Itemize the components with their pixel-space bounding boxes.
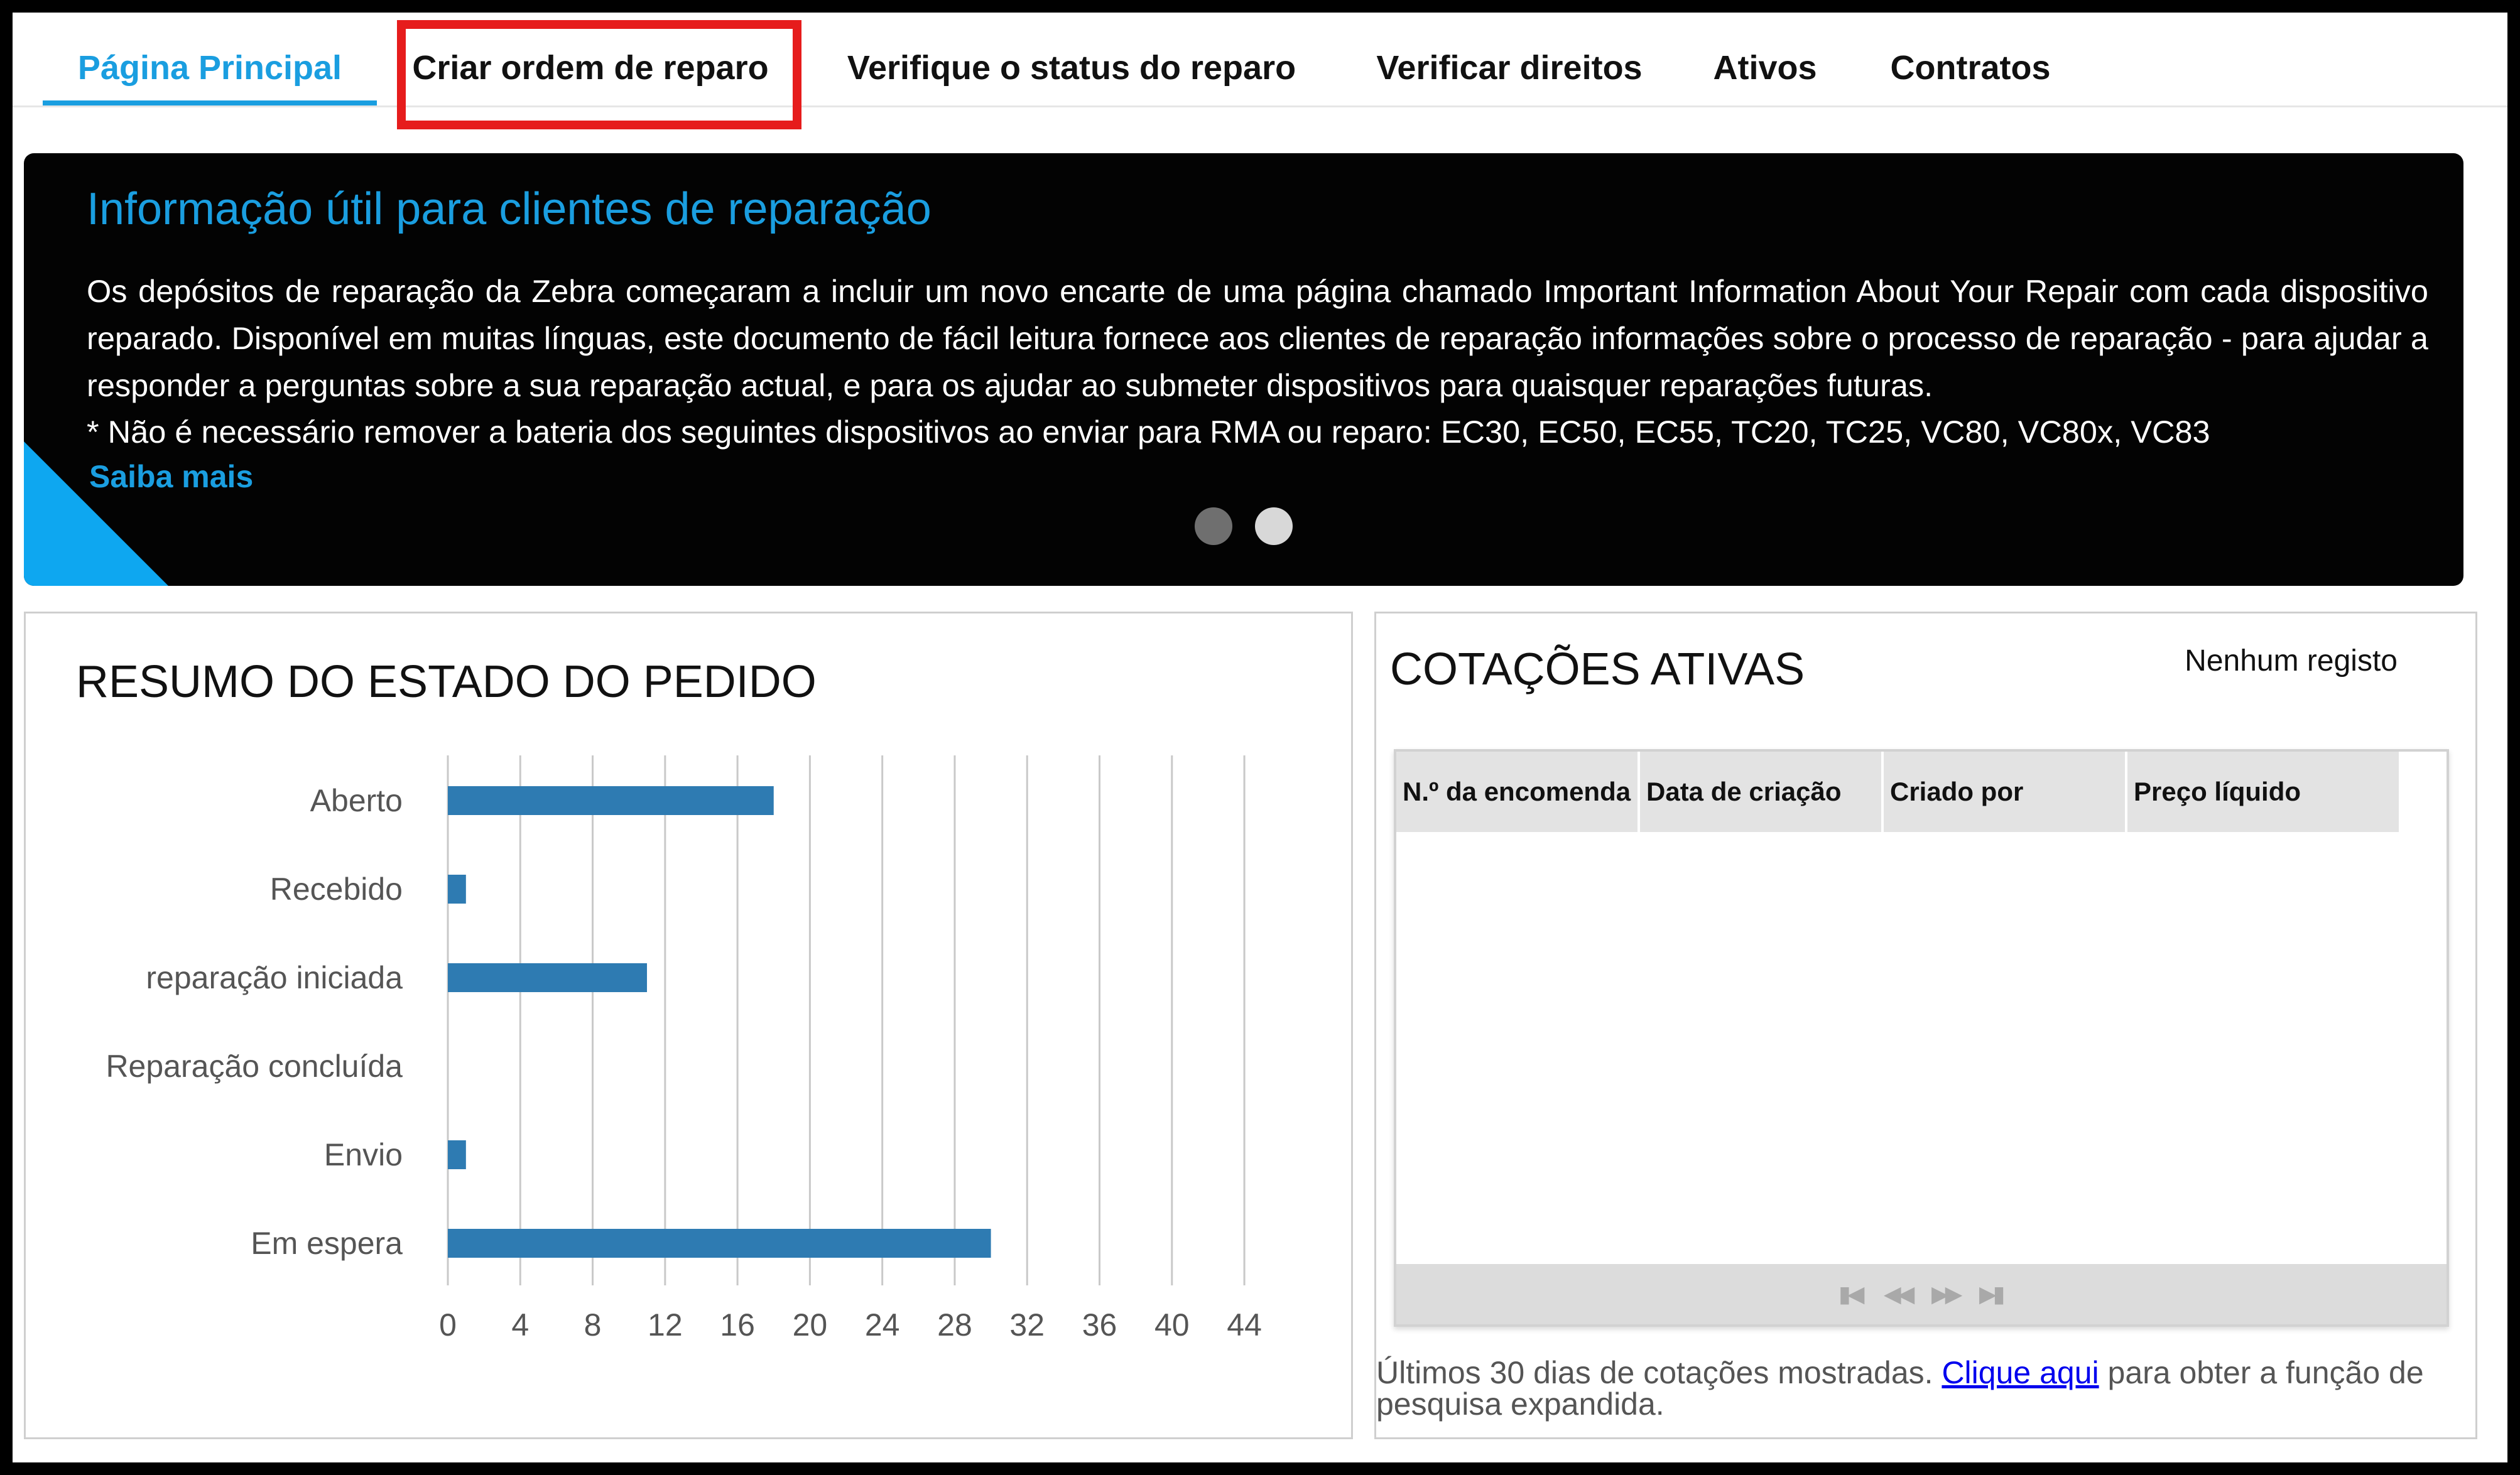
banner-title: Informação útil para clientes de reparaç… bbox=[87, 184, 931, 234]
x-tick-label: 16 bbox=[720, 1307, 755, 1343]
carousel-dot-2[interactable] bbox=[1255, 507, 1293, 545]
col-net-price[interactable]: Preço líquido bbox=[2127, 752, 2401, 832]
category-label: reparação iniciada bbox=[146, 960, 403, 995]
x-tick-label: 4 bbox=[511, 1307, 529, 1343]
col-created-by[interactable]: Criado por bbox=[1884, 752, 2127, 832]
category-label: Aberto bbox=[310, 783, 403, 818]
expanded-search-link[interactable]: Clique aqui bbox=[1942, 1355, 2099, 1390]
footer-text-prefix: Últimos 30 dias de cotações mostradas. bbox=[1376, 1355, 1933, 1390]
tab-criar-ordem-de-reparo[interactable]: Criar ordem de reparo bbox=[408, 30, 773, 105]
col-order-number[interactable]: N.º da encomenda bbox=[1396, 752, 1640, 832]
x-tick-label: 12 bbox=[648, 1307, 683, 1343]
category-label: Recebido bbox=[270, 872, 403, 907]
bar[interactable] bbox=[448, 963, 648, 992]
x-tick-label: 32 bbox=[1009, 1307, 1045, 1343]
tab-ativos[interactable]: Ativos bbox=[1702, 30, 1828, 105]
bar[interactable] bbox=[448, 875, 466, 904]
main-nav: Página Principal Criar ordem de reparo V… bbox=[13, 13, 2507, 129]
category-label: Reparação concluída bbox=[106, 1049, 403, 1084]
first-page-icon[interactable]: ▮◀ bbox=[1838, 1283, 1864, 1305]
tab-verifique-status[interactable]: Verifique o status do reparo bbox=[839, 30, 1304, 105]
x-tick-label: 36 bbox=[1082, 1307, 1117, 1343]
last-page-icon[interactable]: ▶▮ bbox=[1979, 1283, 2005, 1305]
quotes-footer: Últimos 30 dias de cotações mostradas. C… bbox=[1376, 1357, 2457, 1420]
status-bar-chart: 0 4 8 12 16 20 24 28 32 36 40 44 Aberto Recebido repar… bbox=[106, 755, 1262, 1343]
category-label: Envio bbox=[324, 1137, 403, 1172]
order-status-summary-panel: RESUMO DO ESTADO DO PEDIDO 0 4 8 12 16 20 24 28… bbox=[24, 612, 1353, 1439]
quotes-grid: N.º da encomenda Data de criação Criado … bbox=[1394, 749, 2449, 1327]
banner-note: * Não é necessário remover a bateria dos… bbox=[87, 414, 2210, 450]
quotes-title: COTAÇÕES ATIVAS bbox=[1390, 644, 1805, 694]
x-tick-label: 40 bbox=[1154, 1307, 1190, 1343]
x-tick-label: 28 bbox=[937, 1307, 972, 1343]
bar[interactable] bbox=[448, 1229, 991, 1258]
grid-header: N.º da encomenda Data de criação Criado … bbox=[1396, 752, 2401, 832]
banner-body: Os depósitos de reparação da Zebra começ… bbox=[87, 273, 2428, 403]
x-tick-label: 44 bbox=[1227, 1307, 1262, 1343]
tab-pagina-principal[interactable]: Página Principal bbox=[43, 30, 377, 105]
carousel-dot-1[interactable] bbox=[1195, 507, 1232, 545]
category-label: Em espera bbox=[251, 1226, 403, 1261]
x-tick-label: 8 bbox=[584, 1307, 602, 1343]
grid-pager: ▮◀ ◀◀ ▶▶ ▶▮ bbox=[1396, 1264, 2447, 1324]
active-quotes-panel: COTAÇÕES ATIVAS Nenhum registo N.º da en… bbox=[1374, 612, 2477, 1439]
x-tick-label: 24 bbox=[865, 1307, 900, 1343]
tab-verificar-direitos[interactable]: Verificar direitos bbox=[1362, 30, 1657, 105]
no-records-label: Nenhum registo bbox=[2185, 644, 2398, 678]
prev-page-icon[interactable]: ◀◀ bbox=[1884, 1283, 1914, 1305]
next-page-icon[interactable]: ▶▶ bbox=[1931, 1283, 1962, 1305]
saiba-mais-link[interactable]: Saiba mais bbox=[89, 453, 253, 500]
page: Página Principal Criar ordem de reparo V… bbox=[13, 13, 2507, 1462]
bar[interactable] bbox=[448, 786, 774, 815]
bar[interactable] bbox=[448, 1140, 466, 1169]
tab-contratos[interactable]: Contratos bbox=[1873, 30, 2068, 105]
info-banner: Informação útil para clientes de reparaç… bbox=[24, 153, 2463, 586]
x-tick-label: 20 bbox=[793, 1307, 828, 1343]
col-creation-date[interactable]: Data de criação bbox=[1640, 752, 1884, 832]
x-tick-label: 0 bbox=[439, 1307, 457, 1343]
